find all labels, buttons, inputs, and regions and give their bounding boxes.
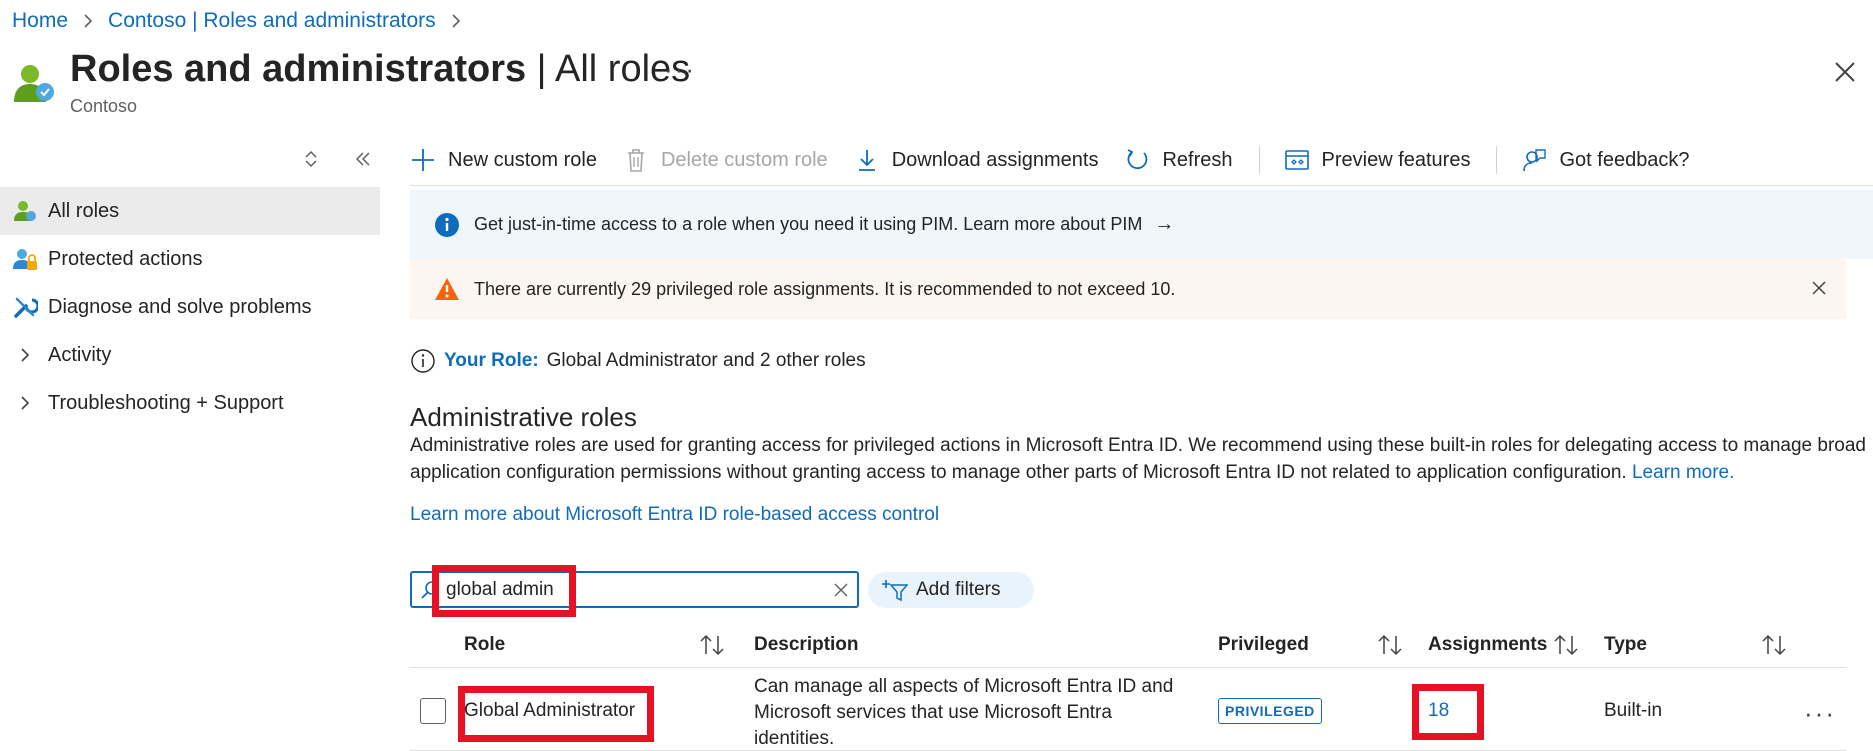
sidebar-item-diagnose[interactable]: Diagnose and solve problems [0,283,380,331]
rbac-learn-more-link[interactable]: Learn more about Microsoft Entra ID role… [410,504,939,526]
assignments-count-link[interactable]: 18 [1428,700,1449,722]
sort-icon[interactable] [1376,632,1404,658]
sidebar-item-label: Protected actions [48,247,203,270]
sidebar-item-protected-actions[interactable]: Protected actions [0,235,380,283]
breadcrumb-home[interactable]: Home [12,9,68,33]
clear-icon[interactable] [833,582,849,598]
sidebar-item-activity[interactable]: Activity [0,331,380,379]
sidebar-item-label: Activity [48,343,112,366]
table-header: Role Description Privileged Assignments … [410,622,1846,668]
column-header-type[interactable]: Type [1604,634,1647,656]
toolbar-separator [1258,146,1260,174]
learn-more-link[interactable]: Learn more. [1632,462,1734,483]
sort-icon[interactable] [1760,632,1788,658]
dismiss-icon[interactable] [1810,279,1828,297]
command-bar: New custom role Delete custom role Downl… [410,140,1716,180]
got-feedback-button[interactable]: Got feedback? [1521,147,1690,173]
toolbar-separator [1496,146,1498,174]
section-title: Administrative roles [410,402,637,432]
table-row[interactable]: Global Administrator Can manage all aspe… [410,668,1846,751]
add-filters-button[interactable]: Add filters [868,572,1034,608]
info-icon [435,212,459,237]
user-role-icon [12,198,38,224]
page-subtitle: Contoso [70,96,138,116]
collapse-nav-icon[interactable] [352,148,374,170]
info-outline-icon [411,349,435,373]
wrench-icon [12,294,38,320]
chevron-right-icon [82,13,94,29]
chevron-right-icon [12,390,38,416]
search-value: global admin [446,578,554,600]
sort-updown-icon[interactable] [300,148,322,170]
role-name[interactable]: Global Administrator [464,700,635,722]
refresh-button[interactable]: Refresh [1124,147,1233,173]
delete-custom-role-button[interactable]: Delete custom role [623,147,828,173]
search-input[interactable]: global admin [410,571,859,608]
section-description: Administrative roles are used for granti… [410,435,1866,483]
sidebar-item-label: Troubleshooting + Support [48,391,284,414]
sort-icon[interactable] [698,632,726,658]
column-header-assignments[interactable]: Assignments [1428,634,1547,656]
column-header-role[interactable]: Role [464,634,505,656]
privileged-badge: PRIVILEGED [1218,698,1322,724]
toolbar-divider [410,185,1873,186]
warning-banner-text: There are currently 29 privileged role a… [474,278,1176,299]
chevron-right-icon [450,13,462,29]
trash-icon [627,149,644,172]
column-header-privileged[interactable]: Privileged [1218,634,1309,656]
breadcrumb-roles-admins[interactable]: Contoso | Roles and administrators [108,9,436,33]
sidebar-item-troubleshooting[interactable]: Troubleshooting + Support [0,379,380,427]
chevron-right-icon [12,342,38,368]
feedback-icon [1523,149,1547,172]
info-banner-text: Get just-in-time access to a role when y… [474,214,1143,234]
download-icon [858,150,875,171]
search-icon [421,580,439,599]
roles-admin-icon [14,65,54,102]
page-title: Roles and administrators | All roles [70,48,691,90]
warning-icon [435,278,459,300]
preview-features-icon [1284,150,1309,170]
add-filter-icon [882,580,908,602]
row-checkbox[interactable] [420,698,446,724]
plus-icon [412,149,434,171]
refresh-icon [1128,149,1148,170]
nav-tools [300,148,380,172]
sidebar-nav: All roles Protected actions Diagnose and… [0,187,380,427]
your-role: Your Role: Global Administrator and 2 ot… [410,348,866,374]
sidebar-item-label: Diagnose and solve problems [48,295,312,318]
warning-banner: There are currently 29 privileged role a… [410,259,1846,319]
sidebar-item-all-roles[interactable]: All roles [0,187,380,235]
arrow-right-icon: → [1154,213,1175,235]
download-assignments-button[interactable]: Download assignments [854,147,1098,173]
your-role-label: Your Role: [444,350,539,371]
column-header-description: Description [754,634,859,655]
users-lock-icon [12,246,38,272]
role-type: Built-in [1604,700,1663,721]
pim-info-banner[interactable]: Get just-in-time access to a role when y… [410,190,1873,259]
your-role-value: Global Administrator and 2 other roles [546,350,866,371]
sidebar-item-label: All roles [48,199,120,222]
sort-icon[interactable] [1552,632,1580,658]
row-more-options-button[interactable]: ··· [1804,698,1836,729]
preview-features-button[interactable]: Preview features [1284,147,1470,173]
role-description: Can manage all aspects of Microsoft Entr… [754,676,1174,749]
breadcrumb: Home Contoso | Roles and administrators [12,8,476,34]
more-options-button[interactable]: ··· [664,54,696,85]
close-icon[interactable] [1831,58,1859,86]
new-custom-role-button[interactable]: New custom role [410,147,597,173]
